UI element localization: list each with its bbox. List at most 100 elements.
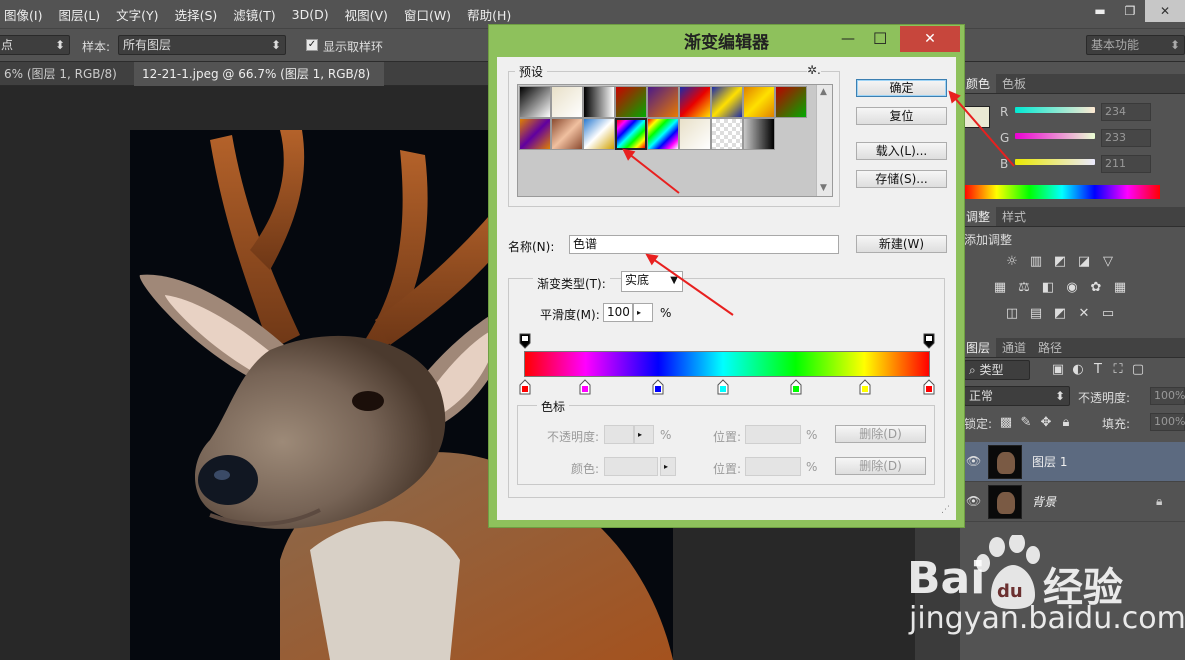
menu-image[interactable]: 图像(I) [0,5,50,24]
smoothness-input[interactable]: 100 [603,303,633,322]
preset-swatch[interactable] [551,118,583,150]
preset-swatch[interactable] [775,86,807,118]
load-button[interactable]: 载入(L)... [856,142,947,160]
layer-name[interactable]: 背景 [1032,493,1056,510]
preset-swatch[interactable] [583,86,615,118]
posterize-icon[interactable]: ▤ [1028,307,1044,321]
tab-color[interactable]: 颜色 [960,74,997,93]
vibrance-icon[interactable]: ▽ [1100,255,1116,269]
preset-swatch[interactable] [679,86,711,118]
color-stop[interactable] [859,379,871,395]
close-icon[interactable]: ✕ [1145,0,1185,22]
stop-opacity-input[interactable] [604,425,634,444]
resize-grip-icon[interactable]: ⋰ [941,505,950,515]
curves-icon[interactable]: ◩ [1052,255,1068,269]
color-stop[interactable] [579,379,591,395]
tab-document-1[interactable]: 6% (图层 1, RGB/8) * × [0,62,130,105]
preset-swatch[interactable] [679,118,711,150]
gradient-map-icon[interactable]: ▭ [1100,307,1116,321]
tab-swatches[interactable]: 色板 [996,74,1032,93]
filter-image-icon[interactable]: ▣ [1050,363,1066,377]
color-spectrum-bar[interactable] [964,185,1160,199]
eye-icon[interactable]: 👁︎ [966,494,981,508]
menu-filter[interactable]: 滤镜(T) [225,5,283,24]
channel-g-input[interactable]: 233 [1101,129,1151,147]
reset-button[interactable]: 复位 [856,107,947,125]
opacity-stop-right[interactable] [923,333,935,349]
channel-g-slider[interactable] [1015,133,1095,139]
tab-styles[interactable]: 样式 [996,207,1032,226]
tab-adjustments[interactable]: 调整 [960,207,997,226]
show-ring-checkbox[interactable]: ✓ [306,39,318,51]
dialog-maximize-icon[interactable]: ☐ [873,29,887,48]
menu-select[interactable]: 选择(S) [167,5,226,24]
dialog-close-button[interactable]: ✕ [900,26,960,52]
eye-icon[interactable]: 👁︎ [966,454,981,468]
color-balance-icon[interactable]: ⚖ [1016,281,1032,295]
restore-icon[interactable]: ❐ [1115,0,1145,22]
tab-paths[interactable]: 路径 [1032,338,1068,357]
name-field[interactable]: 色谱 [569,235,839,254]
layer-filter-select[interactable]: ⌕ 类型 [964,360,1030,380]
color-stop[interactable] [790,379,802,395]
channel-r-input[interactable]: 234 [1101,103,1151,121]
preset-swatch[interactable] [743,118,775,150]
lock-position-icon[interactable]: ✥ [1038,416,1054,430]
layer-row[interactable]: 👁︎ 图层 1 [960,442,1185,482]
preset-swatch[interactable] [711,86,743,118]
fill-input[interactable]: 100% [1150,413,1185,431]
menu-window[interactable]: 窗口(W) [396,5,459,24]
channel-r-slider[interactable] [1015,107,1095,113]
menu-help[interactable]: 帮助(H) [459,5,519,24]
blend-mode-select[interactable]: 正常 ⬍ [964,386,1070,406]
dialog-minimize-icon[interactable]: — [841,31,855,47]
menu-view[interactable]: 视图(V) [337,5,396,24]
filter-type-icon[interactable]: T [1090,363,1106,377]
preset-swatch[interactable] [551,86,583,118]
color-stop[interactable] [717,379,729,395]
sample-select[interactable]: 所有图层 ⬍ [118,35,286,55]
hue-saturation-icon[interactable]: ▦ [992,281,1008,295]
tab-document-2[interactable]: 12-21-1.jpeg @ 66.7% (图层 1, RGB/8) * × [134,62,384,105]
channel-b-slider[interactable] [1015,159,1095,165]
presets-gear-icon[interactable]: ✲. [807,63,821,77]
lock-pixels-icon[interactable]: ✎ [1018,416,1034,430]
ok-button[interactable]: 确定 [856,79,947,97]
preset-swatch[interactable] [519,118,551,150]
preset-swatch[interactable] [583,118,615,150]
channel-b-input[interactable]: 211 [1101,155,1151,173]
tab-channels[interactable]: 通道 [996,338,1032,357]
stop-color-location-input[interactable] [745,457,801,476]
photo-filter-icon[interactable]: ◉ [1064,281,1080,295]
save-button[interactable]: 存储(S)... [856,170,947,188]
delete-color-stop-button[interactable]: 删除(D) [835,457,926,475]
stop-color-menu-button[interactable]: ▸ [660,457,676,476]
black-white-icon[interactable]: ◧ [1040,281,1056,295]
stop-opacity-location-input[interactable] [745,425,801,444]
preset-swatch-spectrum[interactable] [615,118,647,150]
layer-name[interactable]: 图层 1 [1032,453,1067,470]
color-stop[interactable] [923,379,935,395]
threshold-icon[interactable]: ◩ [1052,307,1068,321]
channel-mixer-icon[interactable]: ✿ [1088,281,1104,295]
tab-layers[interactable]: 图层 [960,338,997,357]
color-stop[interactable] [519,379,531,395]
smoothness-stepper[interactable]: ▸ [633,303,653,322]
preset-swatch[interactable] [743,86,775,118]
stop-color-swatch[interactable] [604,457,658,476]
preset-swatch[interactable] [711,118,743,150]
opacity-stop-left[interactable] [519,333,531,349]
color-stop[interactable] [652,379,664,395]
preset-swatch[interactable] [647,118,679,150]
delete-opacity-stop-button[interactable]: 删除(D) [835,425,926,443]
exposure-icon[interactable]: ◪ [1076,255,1092,269]
brightness-icon[interactable]: ☼ [1004,255,1020,269]
scroll-up-icon[interactable]: ▲ [820,87,827,97]
scroll-down-icon[interactable]: ▼ [820,183,827,193]
menu-3d[interactable]: 3D(D) [284,7,337,22]
menu-layer[interactable]: 图层(L) [50,5,108,24]
filter-shape-icon[interactable]: ⛶ [1110,363,1126,377]
preset-swatch[interactable] [615,86,647,118]
lock-all-icon[interactable]: 🔒︎ [1058,416,1074,430]
menu-type[interactable]: 文字(Y) [108,5,166,24]
